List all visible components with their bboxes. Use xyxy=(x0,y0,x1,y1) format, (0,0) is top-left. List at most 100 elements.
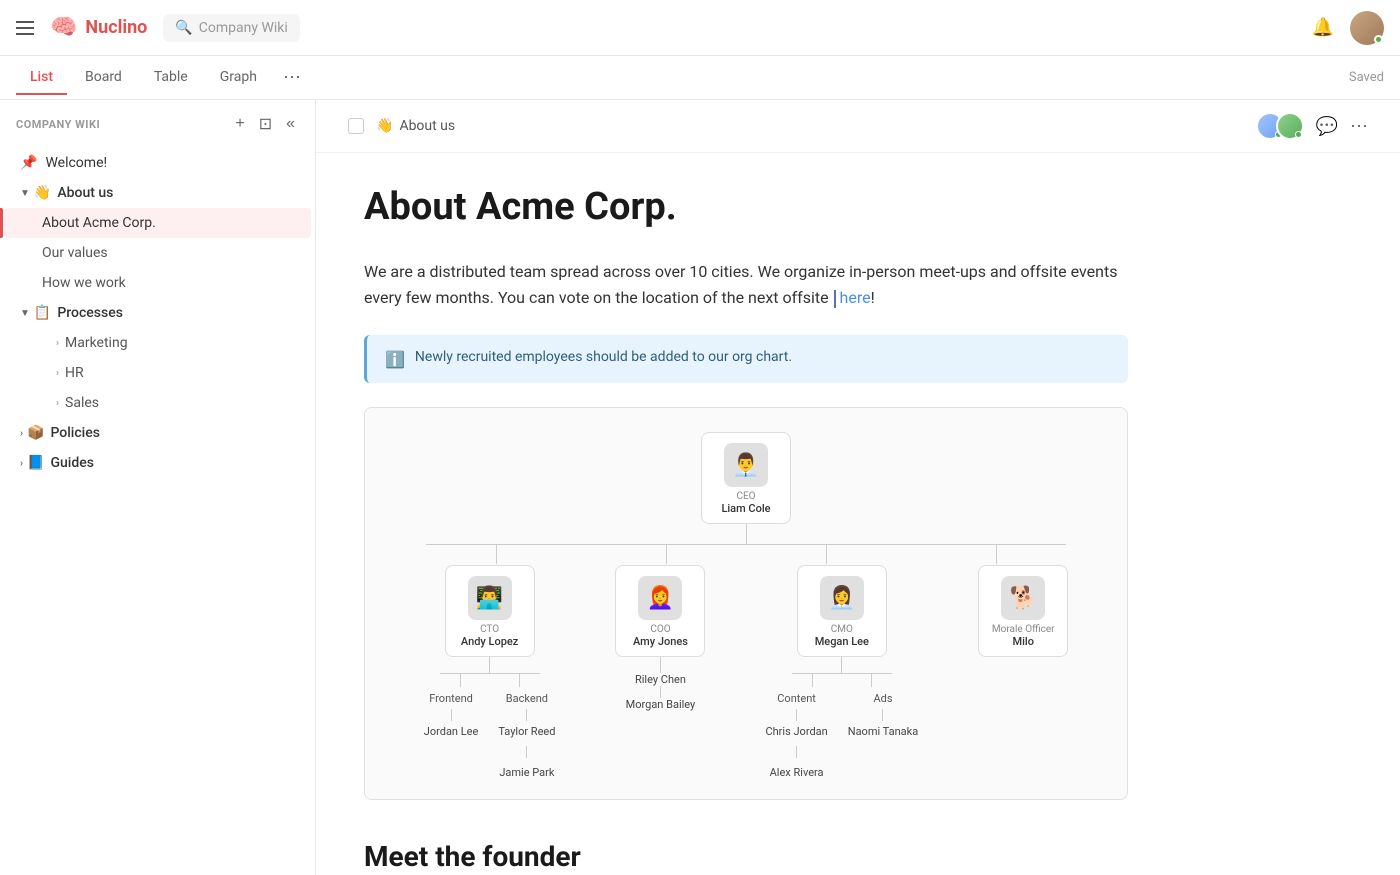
content-children: Chris Jordan Alex Rivera xyxy=(765,725,827,779)
here-link[interactable]: here xyxy=(840,288,871,307)
processes-icon: 📋 xyxy=(34,305,51,321)
tab-graph[interactable]: Graph xyxy=(206,61,271,95)
ceo-name: Liam Cole xyxy=(721,502,770,515)
guides-icon: 📘 xyxy=(27,455,44,471)
sidebar-actions: + ⊡ « xyxy=(231,112,299,136)
org-chart-canvas: ⛶ CANVAS 👨‍💼 CEO Liam Cole xyxy=(364,407,1128,800)
morale-vline xyxy=(996,544,997,564)
riley-chen: Riley Chen xyxy=(635,673,686,686)
tab-list[interactable]: List xyxy=(16,61,67,95)
sidebar-item-sales[interactable]: › Sales ☐ xyxy=(4,388,311,418)
info-icon: ℹ️ xyxy=(385,350,405,369)
content-body: About Acme Corp. We are a distributed te… xyxy=(316,153,1176,875)
morale-avatar: 🐕 xyxy=(1001,576,1045,620)
user-avatar[interactable] xyxy=(1350,11,1384,45)
ads-node: Ads Naomi Tanaka xyxy=(848,674,919,779)
cto-avatar: 👨‍💻 xyxy=(468,576,512,620)
sales-label: Sales xyxy=(65,395,284,411)
sidebar-section-policies[interactable]: › 📦 Policies ☐ xyxy=(4,418,311,448)
cmo-card[interactable]: 👩‍💼 CMO Megan Lee xyxy=(797,565,887,657)
sidebar-item-our-values[interactable]: Our values ☐ xyxy=(4,238,311,268)
morale-name: Milo xyxy=(1012,635,1033,648)
content-node: Content Chris Jordan Alex Rivera xyxy=(765,674,827,779)
our-values-label: Our values xyxy=(42,245,284,261)
org-chart: 👨‍💼 CEO Liam Cole xyxy=(365,408,1127,799)
sidebar-add-button[interactable]: + xyxy=(231,113,248,135)
sidebar-section-guides[interactable]: › 📘 Guides ☐ xyxy=(4,448,311,478)
text-cursor xyxy=(834,290,836,308)
ceo-avatar: 👨‍💼 xyxy=(724,443,768,487)
morale-subtree: 🐕 Morale Officer Milo xyxy=(978,545,1068,657)
aboutus-chevron: ▼ xyxy=(20,188,30,199)
sidebar-collapse-button[interactable]: « xyxy=(282,113,299,135)
sidebar-item-welcome[interactable]: 📌 Welcome! ☐ xyxy=(4,148,311,178)
cto-card[interactable]: 👨‍💻 CTO Andy Lopez xyxy=(445,565,535,657)
app-name: Nuclino xyxy=(85,17,147,38)
more-options-icon[interactable]: ⋯ xyxy=(1350,116,1368,137)
online-indicator xyxy=(1374,35,1383,44)
welcome-icon: 📌 xyxy=(20,155,37,171)
tab-table[interactable]: Table xyxy=(140,61,202,95)
guides-label: Guides xyxy=(50,455,284,471)
l2-connector-area xyxy=(381,544,1111,545)
how-we-work-label: How we work xyxy=(42,275,284,291)
coo-subtree: 👩‍🦰 COO Amy Jones Riley Chen Morgan Bail… xyxy=(615,545,705,711)
info-box: ℹ️ Newly recruited employees should be a… xyxy=(364,335,1128,383)
aboutus-label: About us xyxy=(57,185,284,201)
sidebar-expand-button[interactable]: ⊡ xyxy=(255,112,276,136)
naomi-tanaka: Naomi Tanaka xyxy=(848,725,919,738)
sidebar-section-aboutus[interactable]: ▼ 👋 About us ☐ xyxy=(4,178,311,208)
logo-icon: 🧠 xyxy=(50,15,77,40)
breadcrumb-emoji: 👋 xyxy=(376,118,393,134)
sidebar-item-hr[interactable]: › HR ☐ xyxy=(4,358,311,388)
cto-subtree: 👨‍💻 CTO Andy Lopez xyxy=(424,545,556,779)
tab-board[interactable]: Board xyxy=(71,61,136,95)
ceo-connector xyxy=(746,524,747,544)
sales-chevron: › xyxy=(56,398,59,409)
coo-role: COO xyxy=(650,624,670,635)
logo[interactable]: 🧠 Nuclino xyxy=(50,15,147,40)
content-area: 👋 About us 💬 ⋯ About Acme Corp. xyxy=(316,100,1400,875)
sidebar-item-marketing[interactable]: › Marketing ☐ xyxy=(4,328,311,358)
search-bar[interactable]: 🔍 Company Wiki xyxy=(163,14,299,42)
morale-card[interactable]: 🐕 Morale Officer Milo xyxy=(978,565,1068,657)
cmo-role: CMO xyxy=(831,624,853,635)
menu-icon[interactable] xyxy=(16,21,34,35)
sidebar-item-how-we-work[interactable]: How we work ☐ xyxy=(4,268,311,298)
cmo-subtree: 👩‍💼 CMO Megan Lee xyxy=(765,545,918,779)
ceo-card[interactable]: 👨‍💼 CEO Liam Cole xyxy=(701,432,791,524)
sidebar-title: COMPANY WIKI xyxy=(16,118,223,131)
content-label: Content xyxy=(777,692,816,705)
notifications-icon[interactable]: 🔔 xyxy=(1312,17,1334,38)
cmo-children: Content Chris Jordan Alex Rivera xyxy=(765,674,918,779)
backend-label: Backend xyxy=(506,692,548,705)
cto-role: CTO xyxy=(480,624,499,635)
hr-label: HR xyxy=(65,365,284,381)
cto-children: Frontend Jordan Lee Backend Taylor xyxy=(424,674,556,779)
nav-right: 🔔 xyxy=(1312,11,1384,45)
morale-role: Morale Officer xyxy=(992,624,1055,635)
morgan-bailey: Morgan Bailey xyxy=(626,698,696,711)
sidebar-section-processes[interactable]: ▼ 📋 Processes ☐ xyxy=(4,298,311,328)
breadcrumb: 👋 About us xyxy=(376,118,455,134)
sidebar-item-about-acme[interactable]: About Acme Corp. ☐ xyxy=(4,208,311,238)
processes-chevron: ▼ xyxy=(20,308,30,319)
content-header-right: 💬 ⋯ xyxy=(1256,112,1368,140)
sidebar: COMPANY WIKI + ⊡ « 📌 Welcome! ☐ ▼ 👋 Abou… xyxy=(0,100,316,875)
collaborator-avatars xyxy=(1256,112,1304,140)
comment-icon[interactable]: 💬 xyxy=(1316,116,1338,137)
ceo-container: 👨‍💼 CEO Liam Cole xyxy=(701,432,791,544)
guides-chevron: › xyxy=(20,458,23,469)
marketing-label: Marketing xyxy=(65,335,284,351)
cmo-avatar: 👩‍💼 xyxy=(820,576,864,620)
collaborator-avatar-2 xyxy=(1276,112,1304,140)
l2-row: 👨‍💻 CTO Andy Lopez xyxy=(424,545,1068,779)
coo-card[interactable]: 👩‍🦰 COO Amy Jones xyxy=(615,565,705,657)
sidebar-header: COMPANY WIKI + ⊡ « xyxy=(0,100,315,148)
page-checkbox[interactable] xyxy=(348,118,364,134)
collaborator-2-online xyxy=(1295,131,1302,138)
jordan-lee: Jordan Lee xyxy=(424,725,479,738)
policies-chevron: › xyxy=(20,428,23,439)
ceo-role: CEO xyxy=(736,491,755,502)
tab-more-icon[interactable]: ⋯ xyxy=(279,63,305,92)
